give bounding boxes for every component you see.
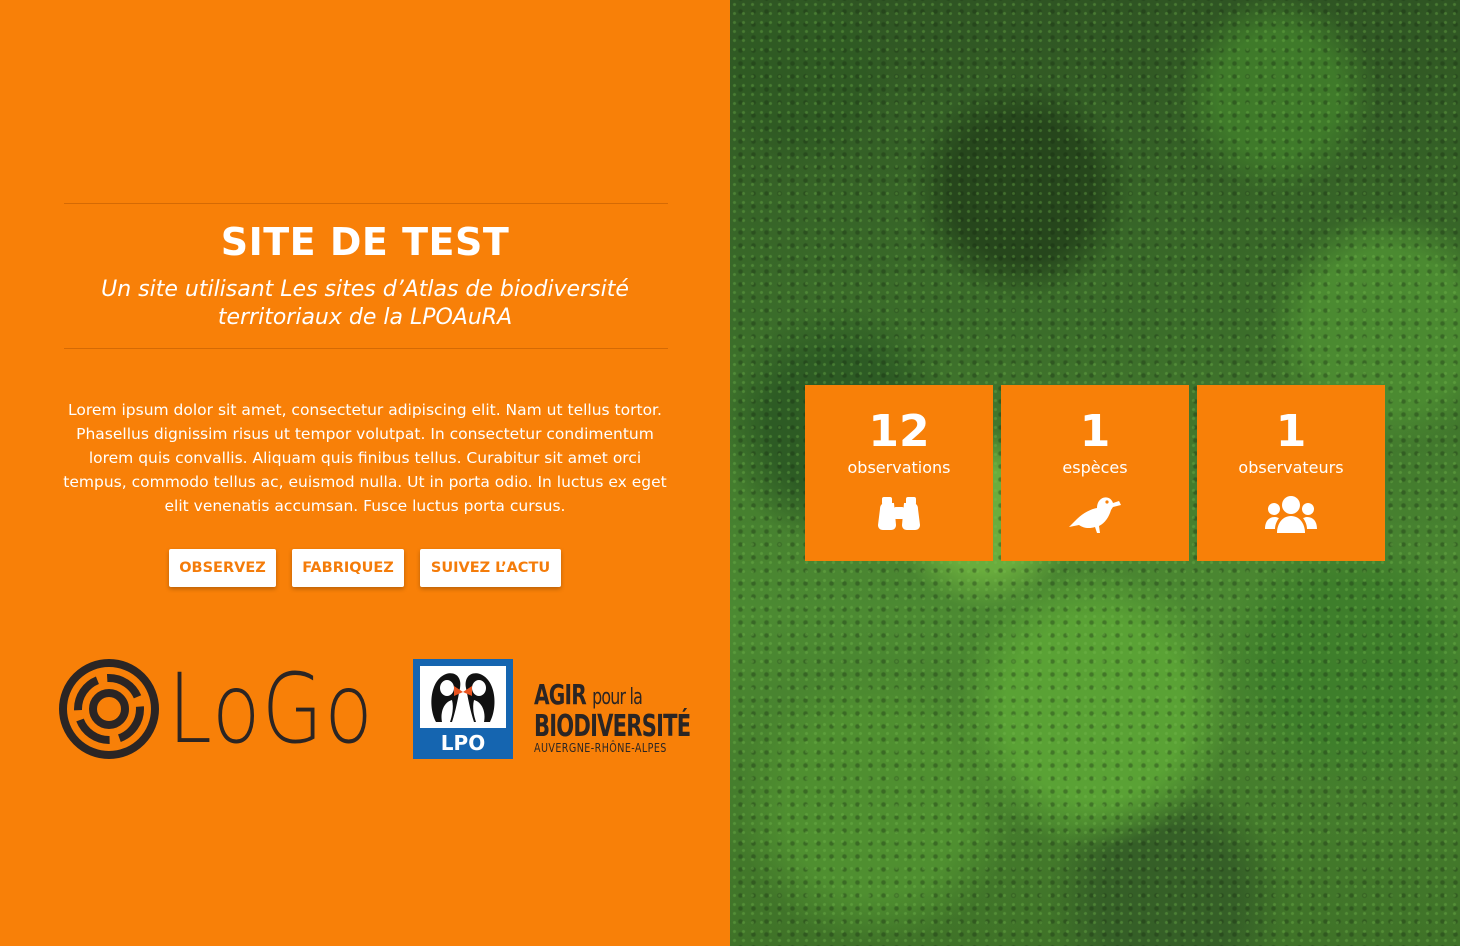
stat-label: espèces	[1062, 458, 1128, 477]
intro-text: Lorem ipsum dolor sit amet, consectetur …	[63, 401, 667, 515]
agir-rest: pour la	[592, 685, 643, 710]
partner-logo-generic: LoGo	[56, 658, 386, 760]
users-icon	[1265, 496, 1317, 533]
agir-line2: BIODIVERSITÉ	[534, 709, 691, 744]
binoculars-icon	[878, 497, 920, 530]
build-button[interactable]: FABRIQUEZ	[292, 549, 404, 587]
stat-label: observations	[847, 458, 951, 477]
stat-label: observateurs	[1238, 458, 1344, 477]
observe-button[interactable]: OBSERVEZ	[169, 549, 276, 587]
partner-logo-lpo: LPO	[413, 659, 513, 759]
stat-value: 1	[1275, 406, 1307, 457]
stat-value: 12	[868, 406, 930, 457]
divider-top	[64, 203, 668, 204]
agir-line3: AUVERGNE-RHÔNE-ALPES	[534, 740, 667, 755]
site-title: SITE DE TEST	[220, 220, 510, 264]
news-button[interactable]: SUIVEZ L’ACTU	[420, 549, 561, 587]
agir-bold: AGIR	[534, 678, 587, 711]
puffin-icon: LPO	[416, 662, 510, 756]
partner-logo-agir: AGIR pour la BIODIVERSITÉ AUVERGNE-RHÔNE…	[534, 680, 704, 755]
stat-value: 1	[1079, 406, 1111, 457]
concentric-circles-icon	[59, 659, 159, 759]
stat-card-species[interactable]: 1 espèces	[1001, 385, 1189, 561]
stat-card-observations[interactable]: 12 observations	[805, 385, 993, 561]
site-subtitle: Un site utilisant Les sites d’Atlas de b…	[101, 277, 629, 330]
stat-card-observers[interactable]: 1 observateurs	[1197, 385, 1385, 561]
bird-icon	[1069, 497, 1121, 533]
divider-bottom	[64, 348, 668, 349]
logo-wordmark: LoGo	[168, 653, 375, 765]
hero-panel: SITE DE TEST Un site utilisant Les sites…	[0, 0, 730, 946]
lpo-logo-text: LPO	[441, 731, 485, 755]
